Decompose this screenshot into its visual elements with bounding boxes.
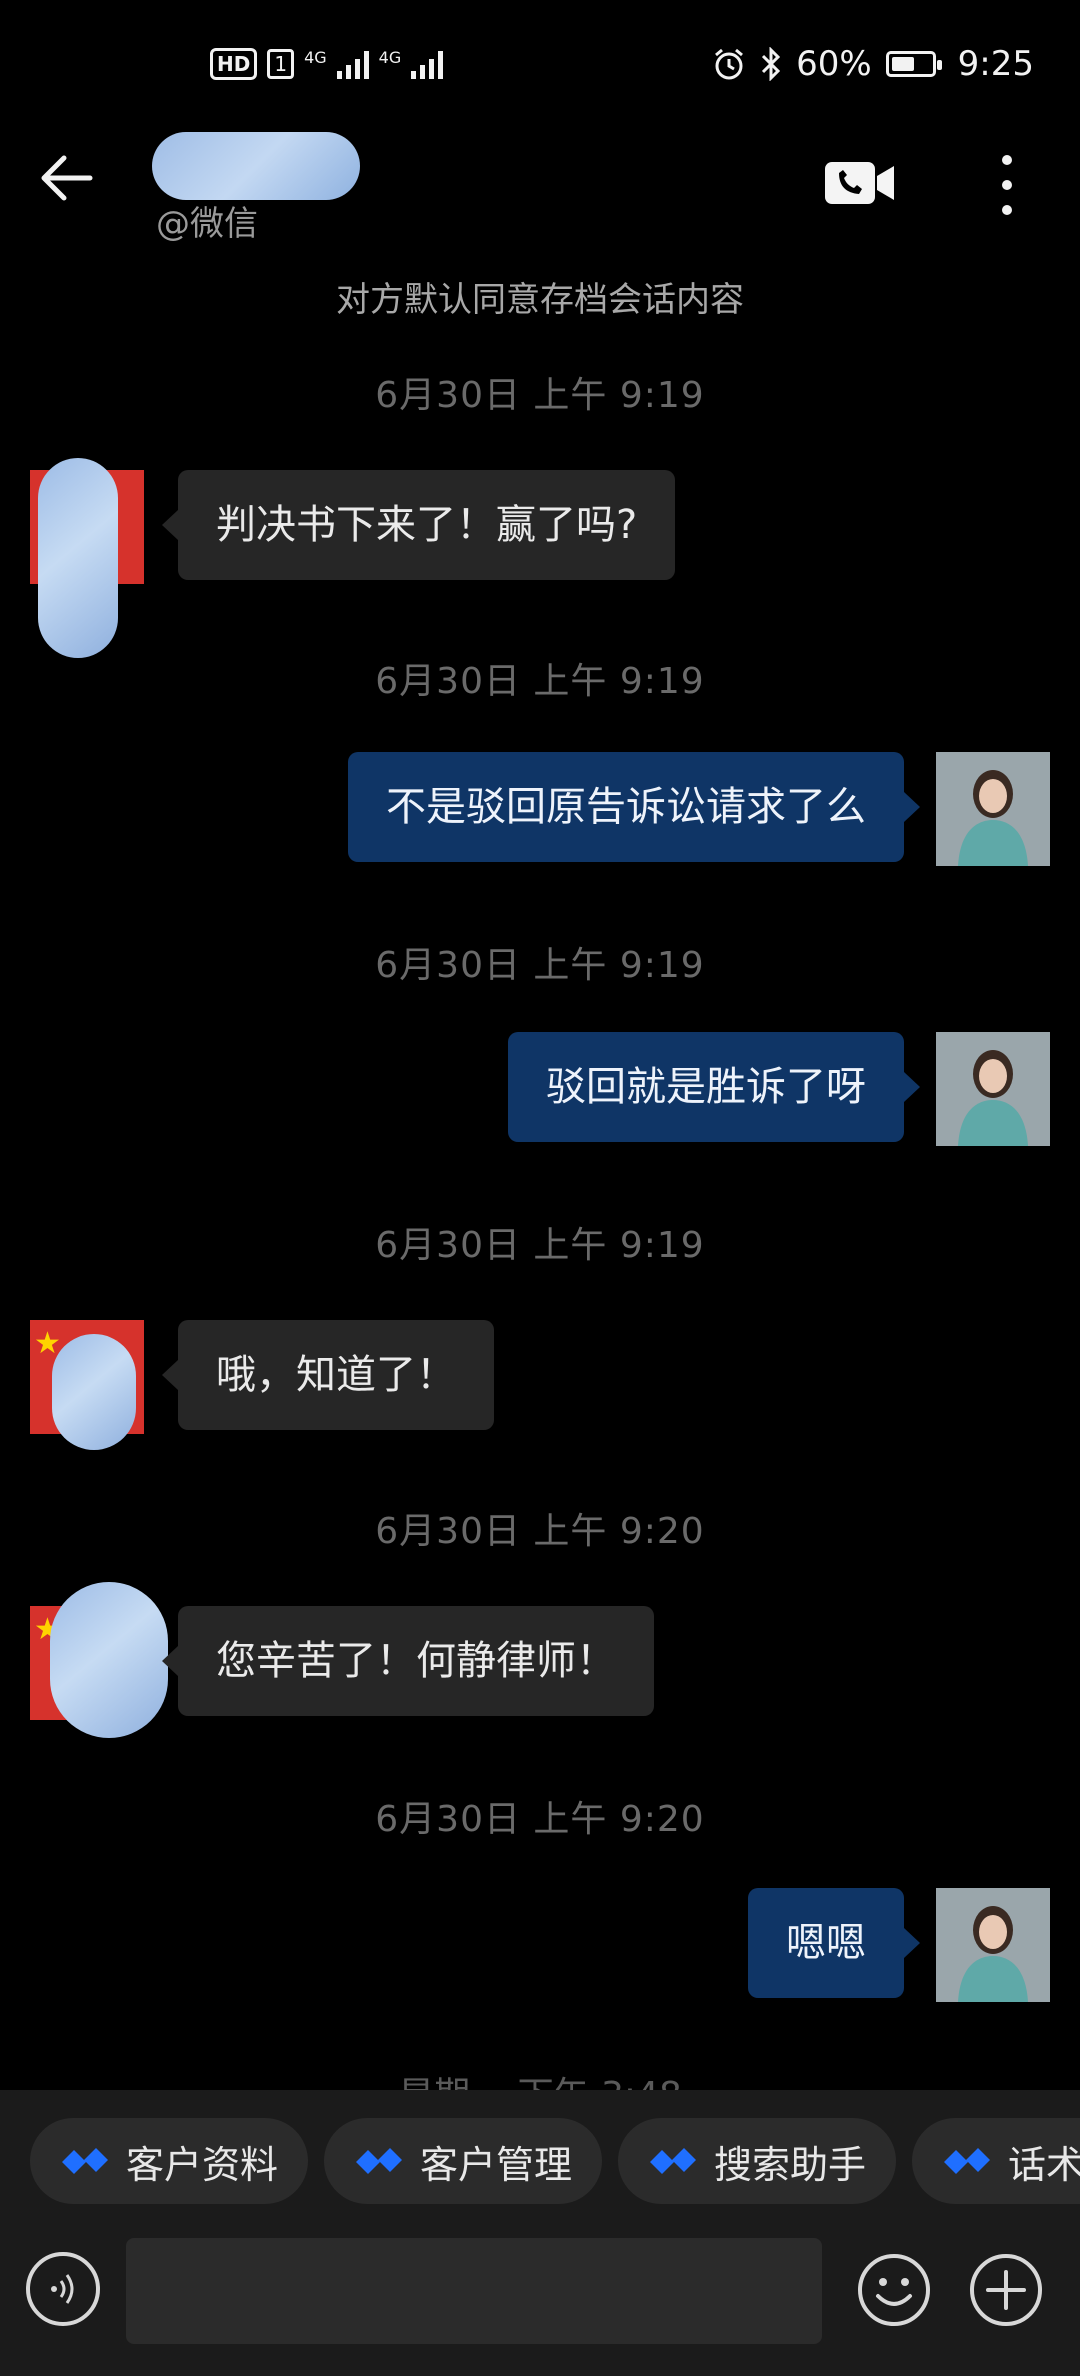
battery-percent: 60% xyxy=(796,44,872,84)
my-avatar[interactable] xyxy=(936,752,1050,866)
message-bubble-incoming[interactable]: 您辛苦了！何静律师！ xyxy=(162,1606,654,1716)
sim-badge: 1 xyxy=(267,49,295,79)
brand-logo-icon xyxy=(62,2148,108,2174)
status-bar-right: 60% 9:25 xyxy=(712,44,1034,84)
hd-badge: HD xyxy=(210,48,258,80)
lawyer-portrait-icon xyxy=(936,1032,1050,1146)
clock: 9:25 xyxy=(957,44,1034,84)
message-timestamp: 6月30日 上午 9:19 xyxy=(375,1225,705,1266)
alarm-icon xyxy=(715,48,744,80)
brand-logo-icon xyxy=(356,2148,402,2174)
archive-notice: 对方默认同意存档会话内容 xyxy=(336,280,744,320)
message-bubble-outgoing[interactable]: 不是驳回原告诉讼请求了么 xyxy=(348,752,920,862)
message-timestamp: 6月30日 上午 9:19 xyxy=(375,661,705,702)
network-label-2: 4G xyxy=(378,48,402,67)
message-timestamp: 6月30日 上午 9:20 xyxy=(375,1511,705,1552)
lawyer-portrait-icon xyxy=(936,752,1050,866)
back-arrow-icon[interactable] xyxy=(36,148,96,208)
plus-icon[interactable] xyxy=(968,2252,1044,2328)
message-timestamp: 6月30日 上午 9:19 xyxy=(375,945,705,986)
lawyer-portrait-icon xyxy=(936,1888,1050,2002)
voice-icon xyxy=(51,2274,74,2304)
brand-logo-icon xyxy=(650,2148,696,2174)
battery-icon xyxy=(885,51,942,77)
signal-icon-2 xyxy=(411,49,444,79)
more-vertical-icon[interactable] xyxy=(990,150,1024,220)
quick-action-scripts[interactable]: 话术 xyxy=(912,2118,1080,2204)
message-bubble-outgoing[interactable]: 驳回就是胜诉了呀 xyxy=(508,1032,920,1142)
quick-action-customer-management[interactable]: 客户管理 xyxy=(324,2118,603,2204)
contact-avatar-redacted[interactable]: ★ xyxy=(30,1320,144,1450)
message-timestamp: 6月30日 上午 9:19 xyxy=(375,375,705,416)
message-bubble-outgoing[interactable]: 嗯嗯 xyxy=(748,1888,920,1998)
message-timestamp: 6月30日 上午 9:20 xyxy=(375,1799,705,1840)
emoji-icon[interactable] xyxy=(856,2252,932,2328)
quick-action-label: 客户管理 xyxy=(420,2142,573,2187)
status-bar-left: HD 1 4G 4G xyxy=(210,48,444,80)
quick-action-customer-info[interactable]: 客户资料 xyxy=(30,2118,309,2204)
my-avatar[interactable] xyxy=(936,1032,1050,1146)
signal-icon xyxy=(336,49,369,79)
quick-action-label: 客户资料 xyxy=(126,2142,279,2187)
bluetooth-icon xyxy=(762,47,781,81)
my-avatar[interactable] xyxy=(936,1888,1050,2002)
quick-action-label: 话术 xyxy=(1008,2142,1080,2187)
quick-action-search-assistant[interactable]: 搜索助手 xyxy=(618,2118,897,2204)
contact-name-redacted xyxy=(152,132,360,200)
message-input[interactable] xyxy=(126,2238,822,2344)
message-bubble-incoming[interactable]: 哦，知道了！ xyxy=(162,1320,494,1430)
network-label-1: 4G xyxy=(304,48,327,67)
contact-avatar-redacted[interactable]: ★ xyxy=(30,1582,168,1738)
message-bubble-incoming[interactable]: 判决书下来了！赢了吗? xyxy=(161,470,676,580)
voice-input-button[interactable] xyxy=(26,2252,100,2326)
video-call-icon[interactable] xyxy=(824,158,896,208)
brand-logo-icon xyxy=(944,2148,990,2174)
quick-action-label: 搜索助手 xyxy=(714,2142,867,2187)
contact-avatar-redacted[interactable] xyxy=(30,458,144,658)
contact-source: @微信 xyxy=(156,204,258,244)
